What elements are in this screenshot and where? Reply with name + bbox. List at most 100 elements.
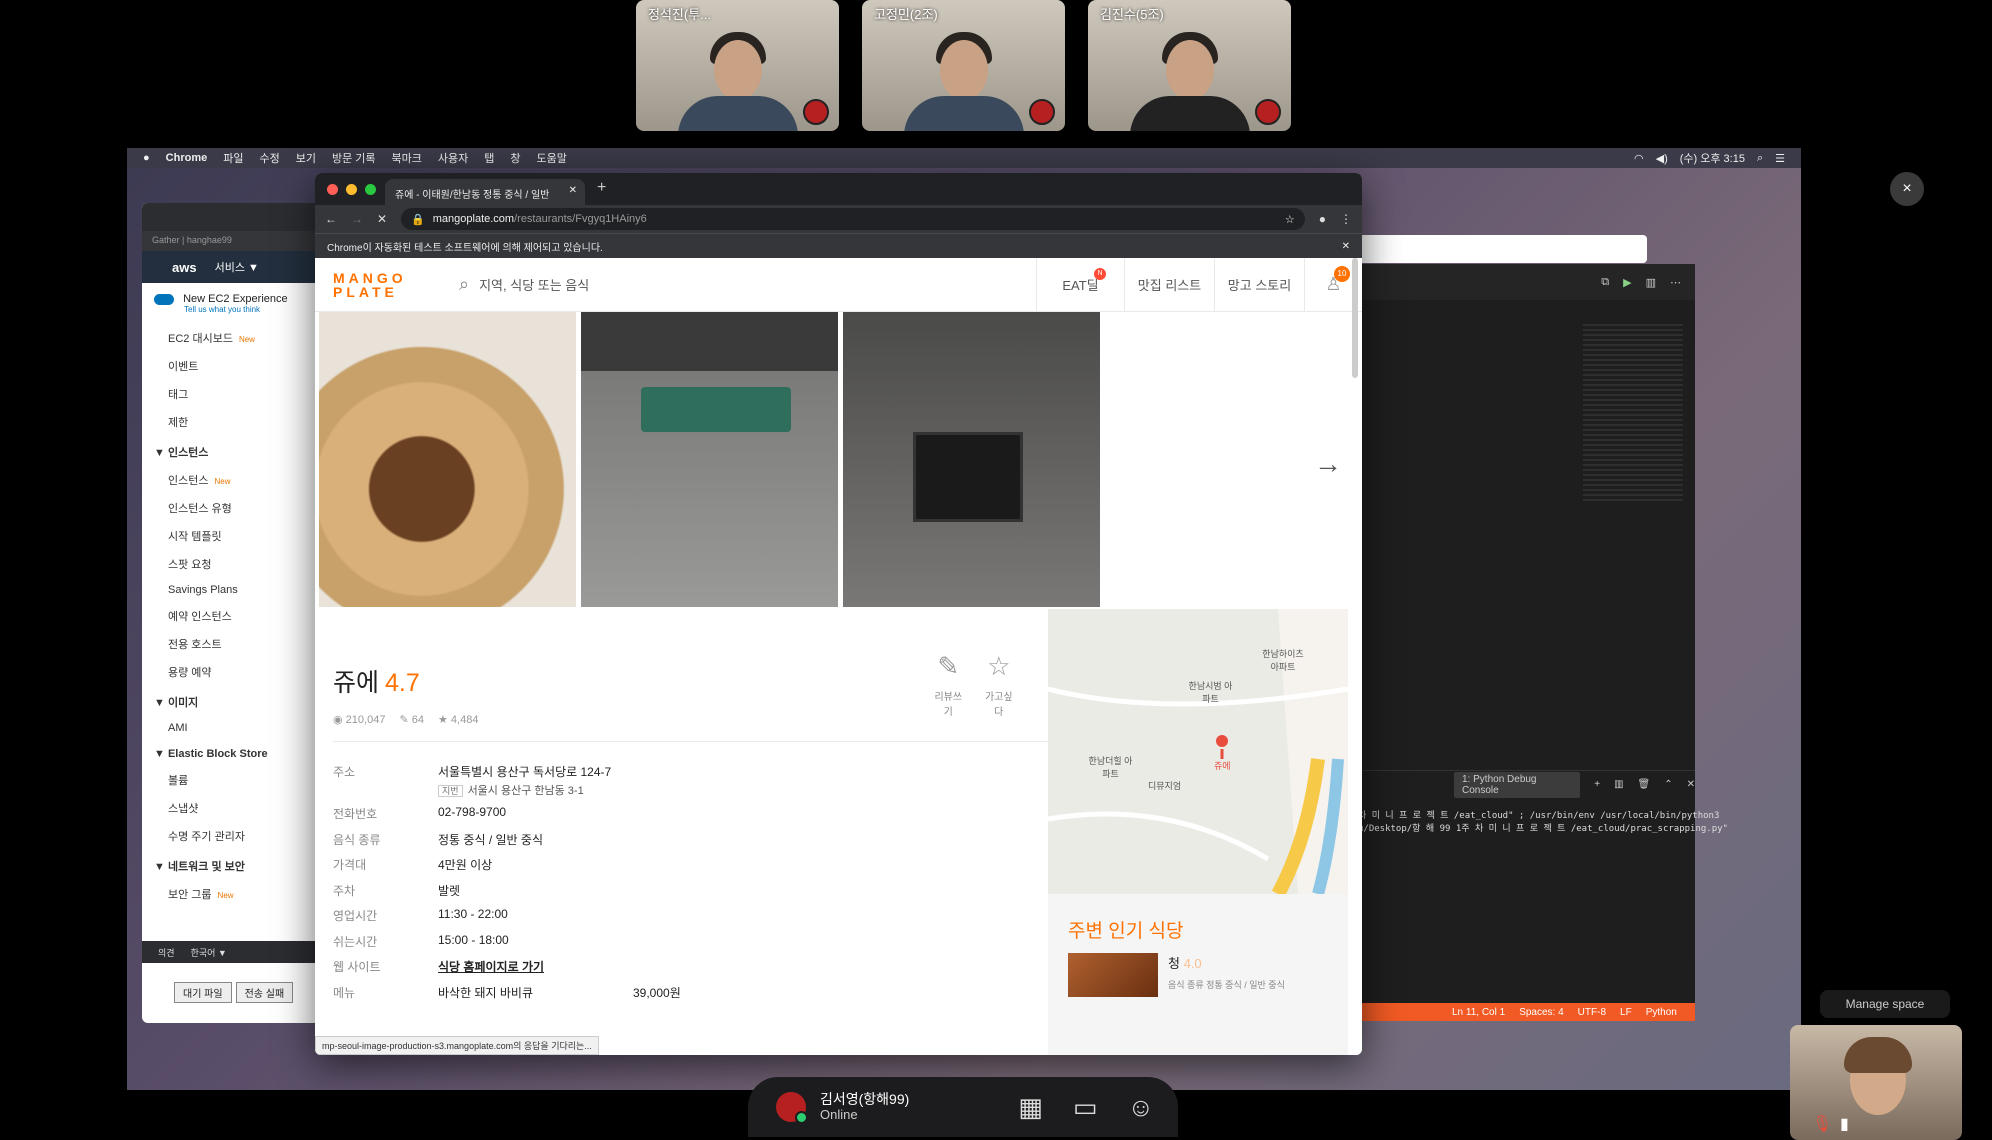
services-menu[interactable]: 서비스 ▼ (215, 259, 259, 275)
run-icon[interactable]: ▶ (1623, 276, 1631, 289)
terminal-select[interactable]: 1: Python Debug Console (1454, 771, 1581, 798)
food-photo[interactable] (319, 312, 576, 607)
aws-nav-section[interactable]: ▼ 인스턴스 (142, 436, 322, 466)
video-tile-2[interactable]: 고정민(2조) (862, 0, 1065, 131)
close-panel-icon[interactable]: ✕ (1687, 779, 1695, 790)
status-language[interactable]: Python (1646, 1007, 1677, 1018)
screen-share-icon[interactable]: ▭ (1073, 1092, 1098, 1123)
new-tab-button[interactable]: + (597, 179, 606, 197)
more-icon[interactable]: ⋯ (1670, 276, 1681, 289)
status-encoding[interactable]: UTF-8 (1578, 1007, 1606, 1018)
toggle-icon[interactable] (154, 293, 174, 305)
aws-logo[interactable]: aws (172, 260, 197, 275)
aws-nav-section[interactable]: ▼ 이미지 (142, 686, 322, 716)
aws-nav-item[interactable]: EC2 대시보드 New (142, 324, 322, 352)
menu-chrome[interactable]: Chrome (166, 152, 208, 164)
minimize-window-icon[interactable] (346, 184, 357, 195)
profile-icon[interactable]: ● (1319, 212, 1326, 226)
tab-transfer-failed[interactable]: 전송 실패 (235, 982, 294, 1003)
want-to-go-button[interactable]: ☆ 가고싶다 (983, 651, 1016, 718)
feedback-button[interactable]: 의견 (158, 946, 175, 959)
aws-nav-item[interactable]: 태그 (142, 380, 322, 408)
nav-list[interactable]: 맛집 리스트 (1124, 258, 1214, 312)
aws-nav-item[interactable]: 전용 호스트 (142, 630, 322, 658)
nav-eatdeal[interactable]: EAT딜 N (1036, 258, 1124, 312)
layout-icon[interactable]: ▥ (1646, 276, 1656, 289)
signboard-photo[interactable] (581, 312, 838, 607)
emoji-icon[interactable]: ☺ (1127, 1092, 1154, 1123)
search-icon[interactable]: ⌕ (1757, 152, 1763, 165)
manage-space-button[interactable]: Manage space (1820, 990, 1950, 1018)
aws-nav-item[interactable]: 보안 그룹 New (142, 880, 322, 908)
menu-tab[interactable]: 탭 (484, 150, 494, 166)
menu-history[interactable]: 방문 기록 (332, 150, 376, 166)
language-select[interactable]: 한국어 ▼ (191, 946, 227, 959)
stop-icon[interactable]: ✕ (377, 212, 387, 226)
aws-nav-item[interactable]: Savings Plans (142, 578, 322, 602)
wifi-icon[interactable]: ◠ (1634, 152, 1644, 165)
video-tile-1[interactable]: 정석진(투... (636, 0, 839, 131)
aws-nav-item[interactable]: 인스턴스 유형 (142, 494, 322, 522)
browser-tab[interactable]: 쥬에 - 이태원/한남동 정통 중식 / 일반 ✕ (385, 179, 585, 205)
aws-nav-item[interactable]: 제한 (142, 408, 322, 436)
trash-icon[interactable]: 🗑 (1638, 779, 1651, 790)
nearby-card[interactable]: 청 4.0 음식 종류 정통 중식 / 일반 중식 (1048, 953, 1348, 997)
maximize-window-icon[interactable] (365, 184, 376, 195)
apple-icon[interactable]: ● (143, 152, 150, 164)
aws-nav-item[interactable]: 이벤트 (142, 352, 322, 380)
close-tab-icon[interactable]: ✕ (569, 185, 577, 196)
status-eol[interactable]: LF (1620, 1007, 1632, 1018)
address-bar[interactable]: 🔒 mangoplate.com/restaurants/Fvgyq1HAiny… (401, 208, 1305, 230)
aws-nav-item[interactable]: 수명 주기 관리자 (142, 822, 322, 850)
aws-nav-item[interactable]: 인스턴스 New (142, 466, 322, 494)
status-spaces[interactable]: Spaces: 4 (1519, 1007, 1563, 1018)
close-button[interactable]: × (1890, 172, 1924, 206)
map-icon[interactable]: ▦ (1018, 1092, 1043, 1123)
volume-icon[interactable]: ◀) (1656, 152, 1668, 165)
aws-nav-item[interactable]: 시작 템플릿 (142, 522, 322, 550)
tab-pending-files[interactable]: 대기 파일 (174, 982, 232, 1003)
page-scrollbar[interactable] (1352, 258, 1358, 378)
website-link[interactable]: 식당 홈페이지로 가기 (438, 958, 544, 975)
minimap[interactable] (1583, 324, 1683, 504)
aws-nav-item[interactable]: 볼륨 (142, 766, 322, 794)
aws-nav-item[interactable]: 예약 인스턴스 (142, 602, 322, 630)
menu-file[interactable]: 파일 (223, 150, 243, 166)
menu-view[interactable]: 보기 (296, 150, 316, 166)
storefront-photo[interactable] (843, 312, 1100, 607)
star-icon[interactable]: ☆ (1285, 213, 1295, 226)
write-review-button[interactable]: ✎ 리뷰쓰기 (932, 651, 965, 718)
menu-edit[interactable]: 수정 (259, 150, 279, 166)
aws-nav-item[interactable]: 스냅샷 (142, 794, 322, 822)
map[interactable]: 한남하이츠 아파트 한남시범 아파트 한남더힐 아파트 디뮤지엄 쥬에 (1048, 609, 1348, 894)
mic-muted-icon[interactable]: 🎙 (1812, 1114, 1832, 1134)
menu-people[interactable]: 사용자 (438, 150, 468, 166)
forward-icon[interactable]: → (351, 212, 363, 226)
menu-window[interactable]: 창 (510, 150, 520, 166)
aws-nav-section[interactable]: ▼ 네트워크 및 보안 (142, 850, 322, 880)
menu-help[interactable]: 도움말 (537, 150, 567, 166)
aws-nav-item[interactable]: 스팟 요청 (142, 550, 322, 578)
back-icon[interactable]: ← (325, 212, 337, 226)
terminal-output[interactable]: 차 미 니 프 로 젝 트 /eat_cloud" ; /usr/bin/env… (1358, 810, 1728, 836)
split-icon[interactable]: ⧉ (1601, 276, 1609, 288)
close-window-icon[interactable] (327, 184, 338, 195)
menu-dots-icon[interactable]: ⋮ (1340, 212, 1352, 226)
video-tile-3[interactable]: 김진수(5조) (1088, 0, 1291, 131)
control-center-icon[interactable]: ☰ (1775, 152, 1785, 165)
nav-story[interactable]: 망고 스토리 (1214, 258, 1304, 312)
aws-tab-url[interactable]: Gather | hanghae99 (142, 231, 322, 251)
close-infobar-icon[interactable]: ✕ (1342, 241, 1350, 252)
menubar-clock[interactable]: (수) 오후 3:15 (1680, 150, 1745, 166)
menu-bookmarks[interactable]: 북마크 (392, 150, 422, 166)
avatar[interactable] (776, 1092, 808, 1124)
aws-nav-section[interactable]: ▼ Elastic Block Store (142, 740, 322, 766)
feedback-link[interactable]: Tell us what you think (184, 305, 310, 314)
chevron-up-icon[interactable]: ⌃ (1664, 779, 1672, 790)
status-position[interactable]: Ln 11, Col 1 (1452, 1007, 1505, 1018)
add-terminal-icon[interactable]: + (1594, 779, 1600, 790)
camera-icon[interactable]: ▮ (1840, 1114, 1849, 1134)
search-input[interactable]: 지역, 식당 또는 음식 (479, 275, 589, 294)
arrow-right-icon[interactable]: → (1314, 448, 1342, 480)
mangoplate-logo[interactable]: MANGO PLATE (315, 271, 435, 299)
